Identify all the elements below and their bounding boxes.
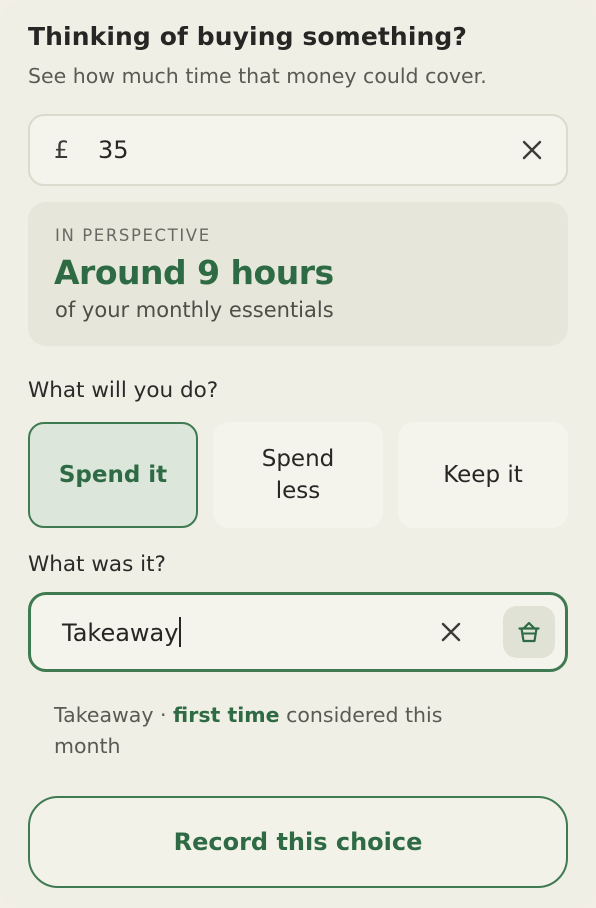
clear-item-button[interactable] xyxy=(431,612,471,652)
record-choice-button[interactable]: Record this choice xyxy=(28,796,568,888)
note-item: Takeaway xyxy=(54,703,154,727)
amount-field[interactable]: £ 35 xyxy=(28,114,568,186)
item-question: What was it? xyxy=(28,552,166,577)
option-keep-it[interactable]: Keep it xyxy=(398,422,568,528)
perspective-label: IN PERSPECTIVE xyxy=(55,226,211,245)
text-caret xyxy=(179,617,182,647)
option-spend-less[interactable]: Spend less xyxy=(213,422,383,528)
amount-input[interactable]: 35 xyxy=(98,136,129,164)
clear-amount-button[interactable] xyxy=(512,130,552,170)
perspective-caption: of your monthly essentials xyxy=(55,298,334,322)
currency-symbol: £ xyxy=(54,136,70,164)
option-label: Keep it xyxy=(443,462,523,488)
perspective-panel: IN PERSPECTIVE Around 9 hours of your mo… xyxy=(28,202,568,346)
perspective-value: Around 9 hours xyxy=(54,253,334,292)
takeaway-container-icon xyxy=(518,621,540,643)
item-field[interactable]: Takeaway xyxy=(28,592,568,672)
item-input[interactable]: Takeaway xyxy=(62,617,182,647)
history-note: Takeaway · first time considered this mo… xyxy=(54,700,504,762)
card-subtitle: See how much time that money could cover… xyxy=(28,64,487,88)
decision-question: What will you do? xyxy=(28,378,219,403)
option-label: Spend less xyxy=(261,446,335,504)
option-spend-it[interactable]: Spend it xyxy=(28,422,198,528)
category-button[interactable] xyxy=(503,606,555,658)
note-highlight: first time xyxy=(173,703,280,727)
item-input-value: Takeaway xyxy=(62,619,179,647)
close-icon xyxy=(522,140,542,160)
card-title: Thinking of buying something? xyxy=(28,22,467,51)
decision-options: Spend it Spend less Keep it xyxy=(28,422,568,528)
close-icon xyxy=(441,622,461,642)
note-separator: · xyxy=(153,703,174,727)
spending-check-card: Thinking of buying something? See how mu… xyxy=(0,0,596,908)
option-label: Spend it xyxy=(58,462,168,488)
